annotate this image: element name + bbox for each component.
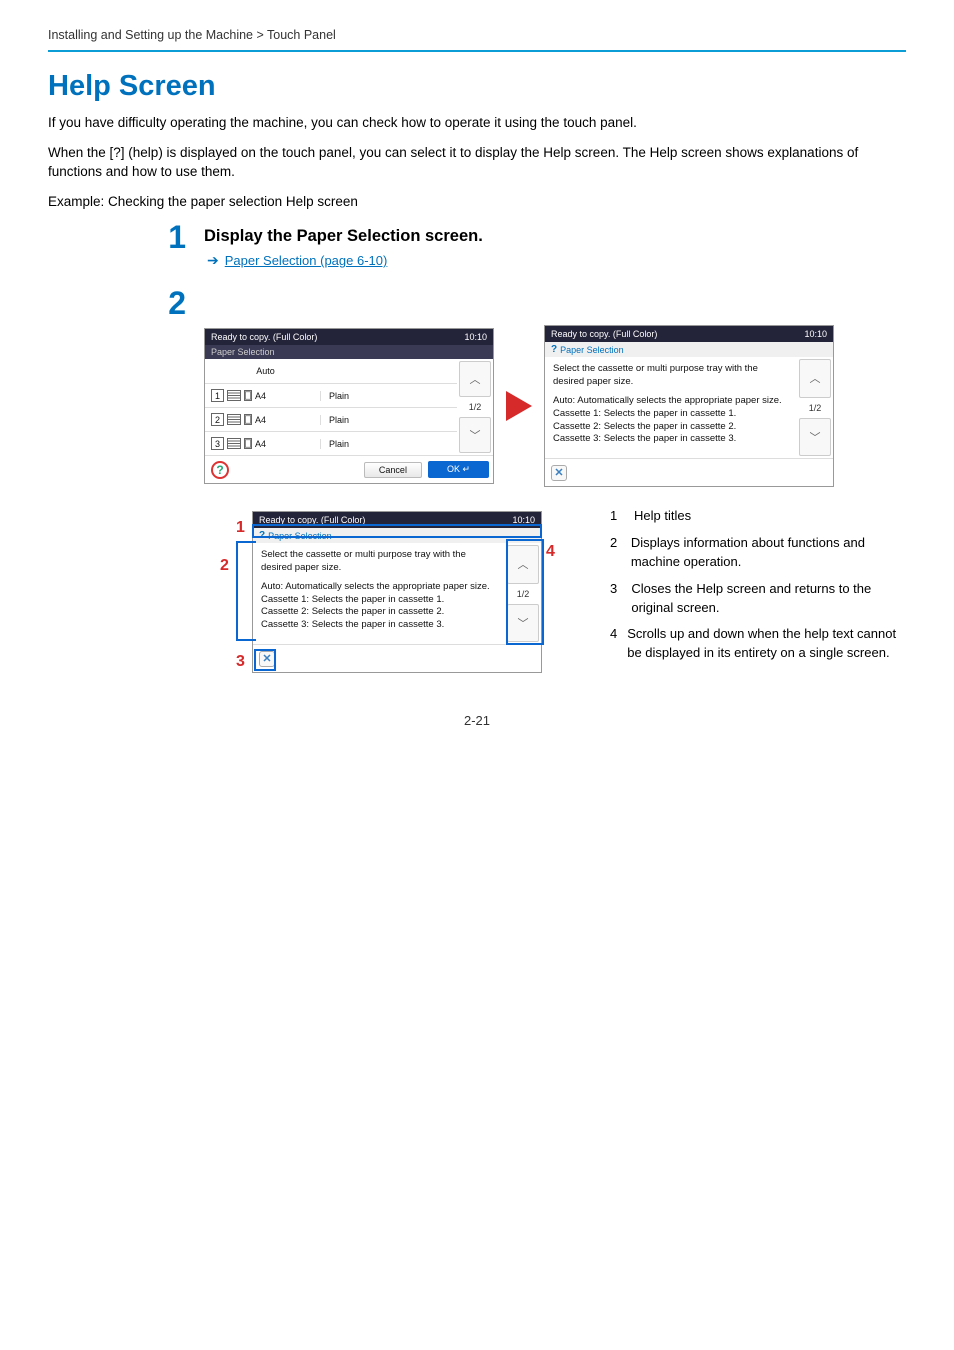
step-1-number: 1 xyxy=(158,221,186,253)
step-1-title: Display the Paper Selection screen. xyxy=(204,227,483,246)
question-icon: ? xyxy=(216,463,223,477)
paper-row-label: A4 xyxy=(255,439,266,449)
paper-row-label: A4 xyxy=(255,415,266,425)
panel-status: Ready to copy. (Full Color) xyxy=(551,329,657,339)
legend-text-3: Closes the Help screen and returns to th… xyxy=(631,580,900,618)
panel-help-screen-annotated: Ready to copy. (Full Color) 10:10 ? Pape… xyxy=(252,511,542,673)
callout-1: 1 xyxy=(236,519,245,537)
close-help-button[interactable]: ✕ xyxy=(259,651,275,667)
close-icon: ✕ xyxy=(262,652,271,665)
paper-row-type: Plain xyxy=(320,439,457,449)
arrow-right-icon xyxy=(506,391,532,421)
chevron-up-icon: ︿ xyxy=(810,370,821,386)
chevron-down-icon: ﹀ xyxy=(470,427,481,443)
scroll-up-button[interactable]: ︿ xyxy=(507,545,539,583)
panel-time: 10:10 xyxy=(464,332,487,342)
legend-text-4: Scrolls up and down when the help text c… xyxy=(627,625,900,663)
panel-time: 10:10 xyxy=(512,515,535,525)
cassette-number-icon: 3 xyxy=(211,437,224,450)
question-icon: ? xyxy=(259,530,265,541)
panel-status: Ready to copy. (Full Color) xyxy=(211,332,317,342)
ok-button[interactable]: OK ↵ xyxy=(428,461,489,478)
step-2-number: 2 xyxy=(158,287,186,319)
paper-row-label: A4 xyxy=(255,391,266,401)
panel-subtitle: Paper Selection xyxy=(205,345,493,359)
paper-row-3[interactable]: 3 A4 Plain xyxy=(205,431,457,455)
page-title: Help Screen xyxy=(48,70,906,103)
scroll-page-indicator: 1/2 xyxy=(797,400,833,416)
help-text-line: Select the cassette or multi purpose tra… xyxy=(261,549,497,575)
cassette-number-icon: 2 xyxy=(211,413,224,426)
chevron-up-icon: ︿ xyxy=(470,371,481,387)
chevron-up-icon: ︿ xyxy=(518,556,529,572)
page-number: 2-21 xyxy=(48,713,906,728)
step-2: 2 xyxy=(158,287,906,319)
paper-row-1[interactable]: 1 A4 Plain xyxy=(205,383,457,407)
panel-time: 10:10 xyxy=(804,329,827,339)
panel-status: Ready to copy. (Full Color) xyxy=(259,515,365,525)
panel-paper-selection: Ready to copy. (Full Color) 10:10 Paper … xyxy=(204,328,494,484)
step-1: 1 Display the Paper Selection screen. ➔ … xyxy=(158,221,906,269)
cancel-button[interactable]: Cancel xyxy=(364,462,422,478)
scroll-page-indicator: 1/2 xyxy=(505,586,541,602)
close-help-button[interactable]: ✕ xyxy=(551,465,567,481)
cassette-number-icon: 1 xyxy=(211,389,224,402)
paper-row-type: Plain xyxy=(320,391,457,401)
close-icon: ✕ xyxy=(554,466,563,479)
cassette-icon xyxy=(227,438,241,449)
annotated-section: 1 2 3 4 Ready to copy. (Full Color) 10:1… xyxy=(230,511,906,673)
page-icon xyxy=(244,438,252,449)
chevron-down-icon: ﹀ xyxy=(518,615,529,631)
callout-3: 3 xyxy=(236,653,245,671)
chevron-down-icon: ﹀ xyxy=(810,429,821,445)
panel-help-screen: Ready to copy. (Full Color) 10:10 ? Pape… xyxy=(544,325,834,487)
page-icon xyxy=(244,414,252,425)
legend-text-2: Displays information about functions and… xyxy=(631,534,900,572)
cassette-icon xyxy=(227,414,241,425)
intro-para-1: If you have difficulty operating the mac… xyxy=(48,113,906,133)
intro-para-3: Example: Checking the paper selection He… xyxy=(48,192,906,212)
divider xyxy=(48,50,906,52)
paper-row-type: Plain xyxy=(320,415,457,425)
help-text-line: Auto: Automatically selects the appropri… xyxy=(553,395,789,446)
breadcrumb: Installing and Setting up the Machine > … xyxy=(48,28,906,48)
cassette-icon xyxy=(227,390,241,401)
legend-num: 3 xyxy=(610,580,621,618)
paper-selection-link[interactable]: Paper Selection (page 6-10) xyxy=(225,253,388,268)
scroll-down-button[interactable]: ﹀ xyxy=(799,418,831,456)
callout-2: 2 xyxy=(220,557,229,575)
scroll-up-button[interactable]: ︿ xyxy=(799,359,831,397)
page-icon xyxy=(244,390,252,401)
intro-para-2: When the [?] (help) is displayed on the … xyxy=(48,143,906,182)
help-panel-subtitle: ? Paper Selection xyxy=(253,528,541,543)
paper-row-label: Auto xyxy=(256,366,275,376)
scroll-down-button[interactable]: ﹀ xyxy=(507,604,539,642)
paper-row-2[interactable]: 2 A4 Plain xyxy=(205,407,457,431)
callout-4: 4 xyxy=(546,543,555,561)
scroll-page-indicator: 1/2 xyxy=(457,399,493,415)
legend-num: 2 xyxy=(610,534,621,572)
scroll-down-button[interactable]: ﹀ xyxy=(459,417,491,453)
help-panel-subtitle: ? Paper Selection xyxy=(545,342,833,357)
legend-num: 1 xyxy=(610,507,624,526)
help-text-line: Auto: Automatically selects the appropri… xyxy=(261,581,497,632)
scroll-up-button[interactable]: ︿ xyxy=(459,361,491,397)
arrow-icon: ➔ xyxy=(207,252,219,269)
legend-text-1: Help titles xyxy=(634,507,691,526)
panels-row: Ready to copy. (Full Color) 10:10 Paper … xyxy=(204,325,906,487)
help-button[interactable]: ? xyxy=(211,461,229,479)
question-icon: ? xyxy=(551,344,557,355)
legend-num: 4 xyxy=(610,625,617,663)
paper-row-auto[interactable]: Auto xyxy=(205,359,457,383)
help-text-line: Select the cassette or multi purpose tra… xyxy=(553,363,789,389)
legend: 1 Help titles 2 Displays information about… xyxy=(610,507,900,671)
